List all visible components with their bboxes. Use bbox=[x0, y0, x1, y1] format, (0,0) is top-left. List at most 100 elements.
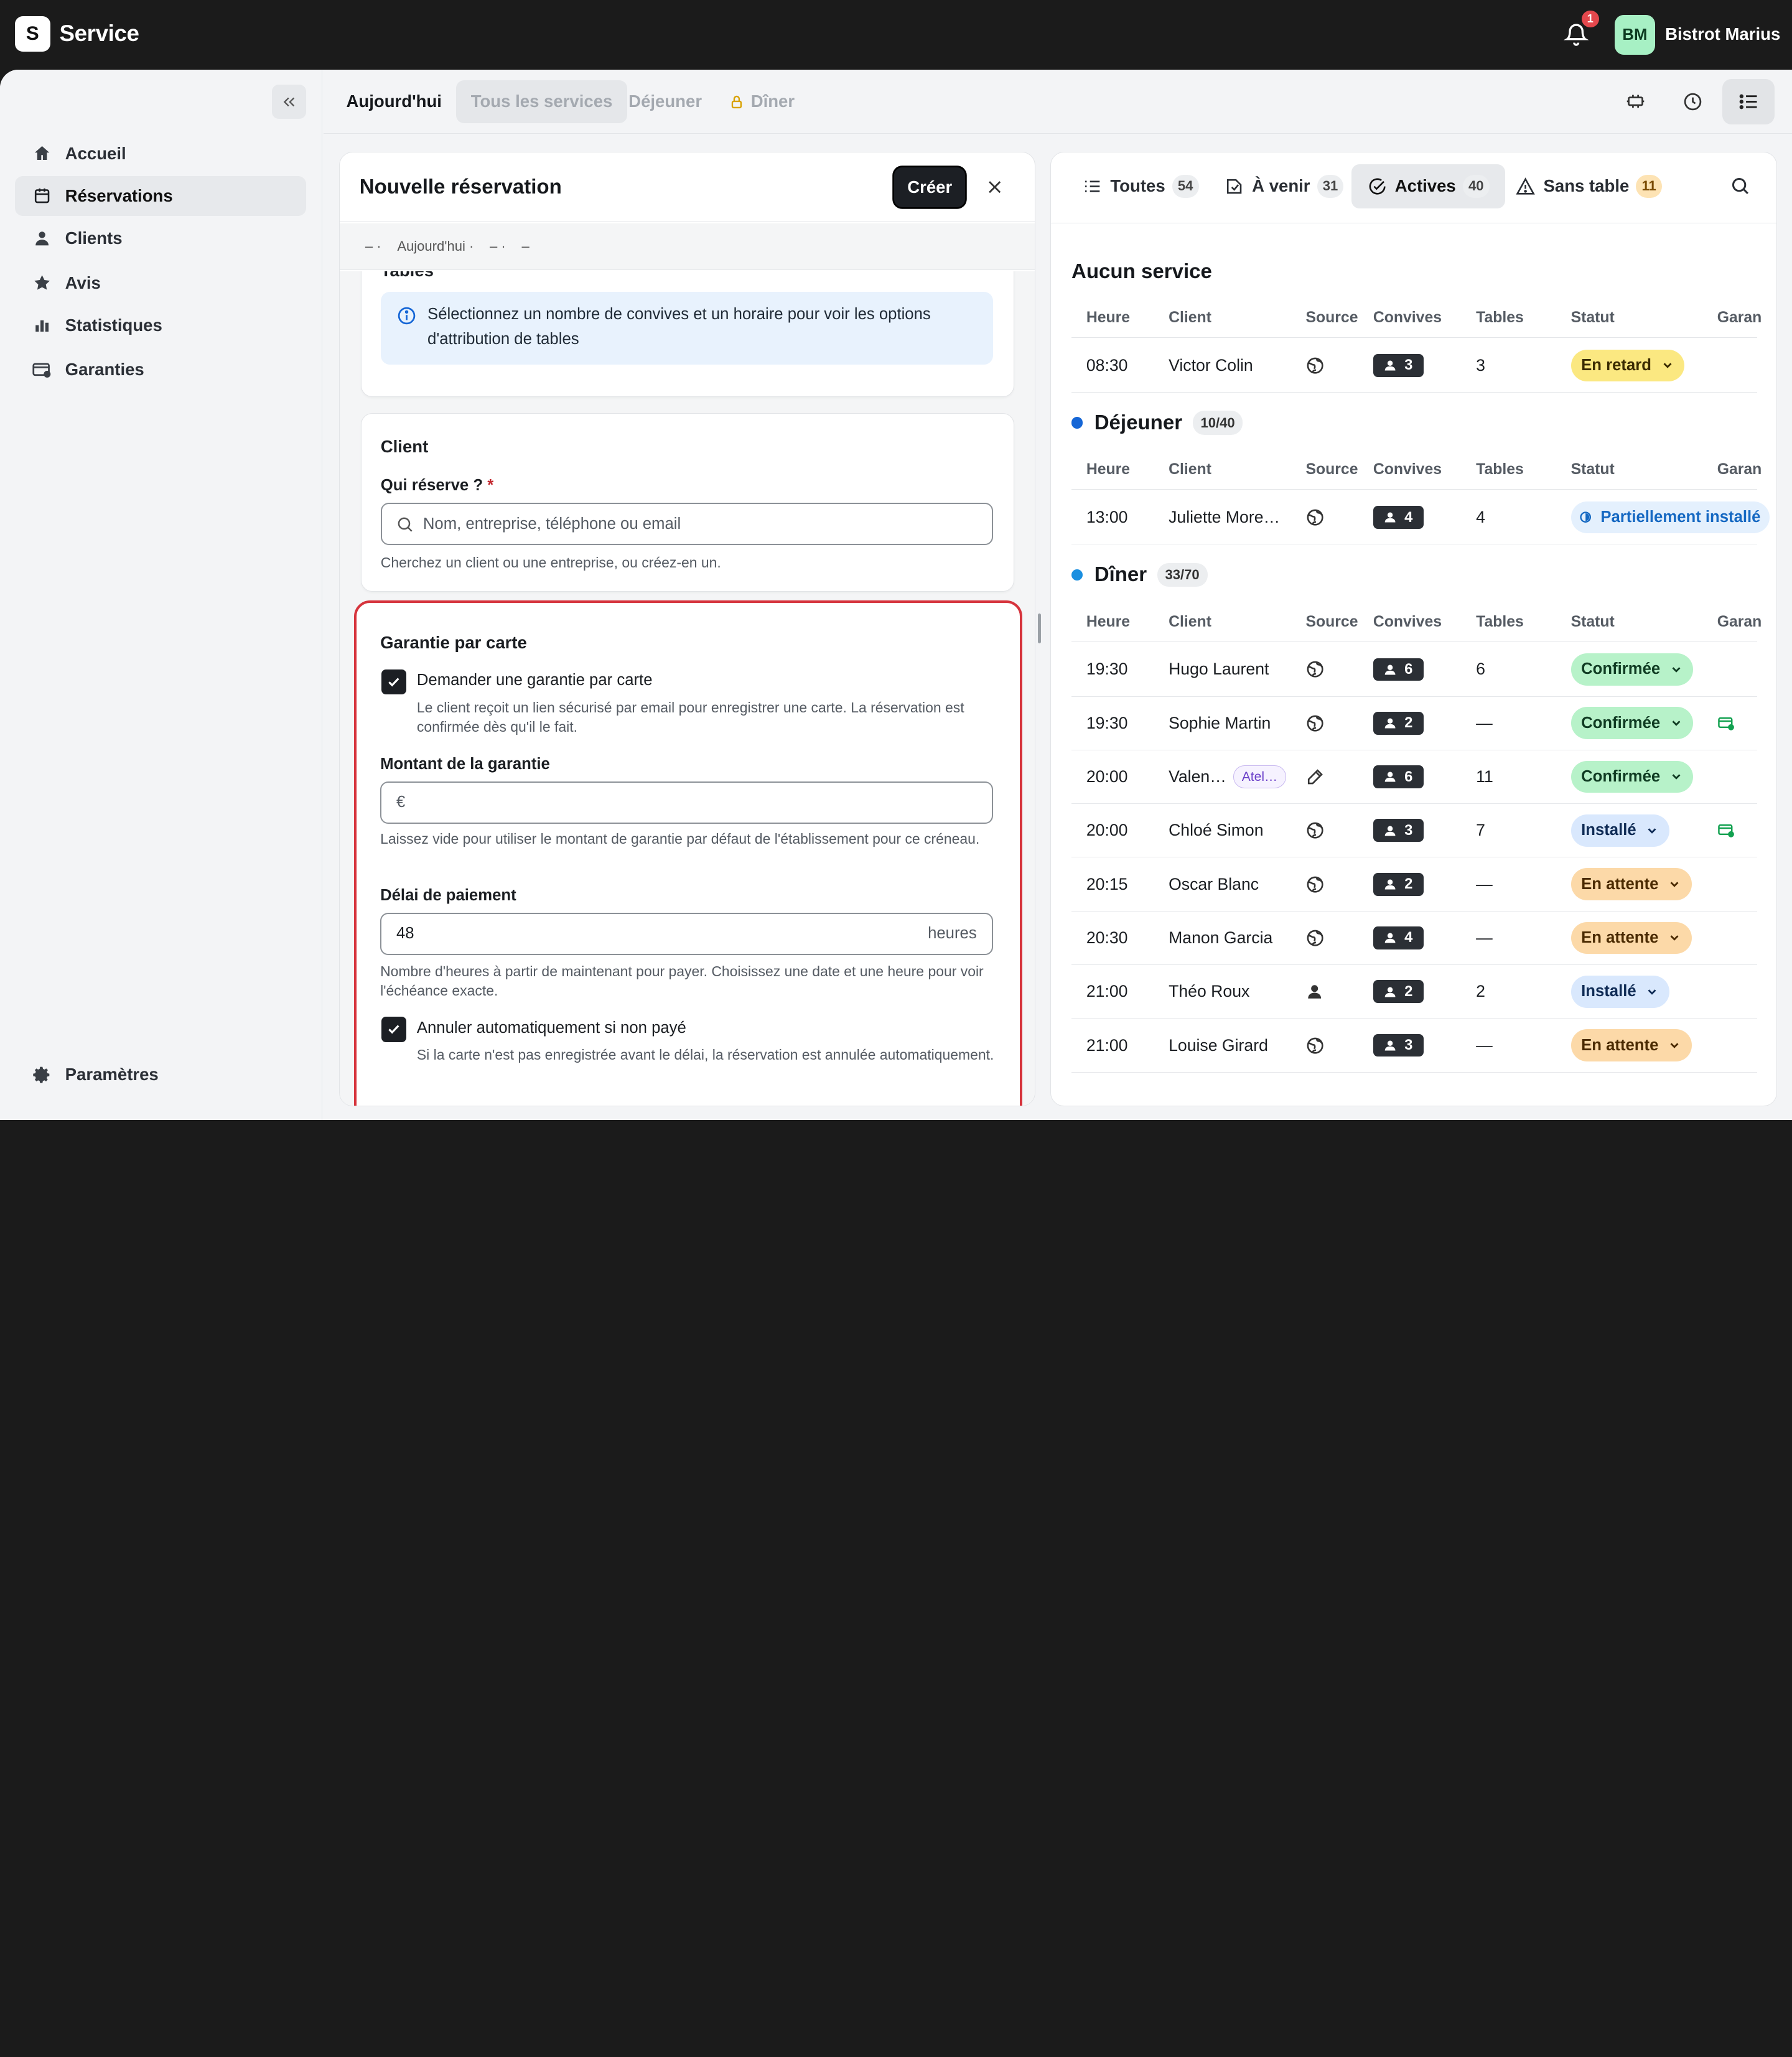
status-badge[interactable]: Installé bbox=[1570, 965, 1669, 1018]
list-view-button[interactable] bbox=[1722, 78, 1775, 125]
floor-plan-button[interactable] bbox=[1609, 79, 1661, 124]
top-bar: S Service 1 BM Bistrot Marius bbox=[0, 0, 1792, 70]
table-row[interactable]: 19:30 Sophie Martin 2 — Confirmée bbox=[1071, 697, 1757, 750]
request-guarantee-desc: Le client reçoit un lien sécurisé par em… bbox=[416, 699, 964, 735]
person-icon bbox=[1384, 878, 1396, 890]
request-guarantee-label[interactable]: Demander une garantie par carte bbox=[417, 671, 653, 689]
close-button[interactable] bbox=[980, 172, 1010, 202]
auto-cancel-label[interactable]: Annuler automatiquement si non payé bbox=[417, 1019, 686, 1037]
table-row[interactable]: 21:00 Louise Girard 3 — En attente bbox=[1071, 1019, 1757, 1073]
panel-resize-handle[interactable] bbox=[1037, 613, 1042, 644]
info-icon bbox=[396, 306, 417, 331]
avatar[interactable]: BM bbox=[1615, 14, 1655, 55]
table-row[interactable]: 20:15 Oscar Blanc 2 — En attente bbox=[1071, 858, 1757, 912]
form-scroll-area[interactable]: Tables Sélectionnez un nombre de convive… bbox=[340, 271, 1035, 1106]
row-client[interactable]: Hugo Laurent bbox=[1169, 643, 1269, 696]
star-icon bbox=[32, 273, 52, 293]
dinner-color-dot bbox=[1071, 569, 1083, 581]
row-client[interactable]: Chloé Simon bbox=[1169, 804, 1263, 857]
globe-icon bbox=[1305, 643, 1325, 696]
tab-sans-table[interactable]: Sans table 11 bbox=[1500, 164, 1678, 209]
search-icon bbox=[396, 515, 414, 533]
collapse-sidebar-button[interactable] bbox=[272, 84, 307, 119]
row-guests: 4 bbox=[1373, 491, 1424, 544]
client-search-input[interactable]: Nom, entreprise, téléphone ou email bbox=[380, 503, 994, 546]
status-badge[interactable]: Partiellement installé bbox=[1570, 491, 1770, 544]
row-client[interactable]: Oscar Blanc bbox=[1169, 858, 1259, 911]
restaurant-name[interactable]: Bistrot Marius bbox=[1665, 24, 1780, 44]
client-card: Client Qui réserve ? * Nom, entreprise, … bbox=[360, 413, 1015, 592]
chevron-down-icon bbox=[1669, 716, 1683, 730]
app-title: Service bbox=[59, 21, 139, 47]
table-row[interactable]: 20:00 Valen… Atel… 6 11 Confirmée bbox=[1071, 750, 1757, 805]
status-badge[interactable]: En attente bbox=[1570, 912, 1692, 964]
sidebar-item-avis[interactable]: Avis bbox=[15, 263, 306, 302]
create-button[interactable]: Créer bbox=[894, 167, 966, 208]
sidebar-item-accueil[interactable]: Accueil bbox=[15, 134, 306, 174]
request-guarantee-checkbox[interactable] bbox=[381, 669, 407, 695]
delay-input[interactable]: 48 heures bbox=[380, 912, 993, 955]
tab-today[interactable]: Aujourd'hui bbox=[332, 80, 457, 124]
section-lunch: Déjeuner 10/40 bbox=[1071, 411, 1243, 435]
row-guests: 4 bbox=[1373, 912, 1424, 964]
row-client[interactable]: Manon Garcia bbox=[1169, 912, 1272, 964]
table-row[interactable]: 20:00 Chloé Simon 3 7 Installé bbox=[1071, 804, 1757, 858]
sidebar-item-parametres[interactable]: Paramètres bbox=[15, 1055, 306, 1094]
row-time: 13:00 bbox=[1086, 508, 1128, 527]
sidebar-item-clients[interactable]: Clients bbox=[15, 218, 306, 258]
table-row[interactable]: 21:00 Théo Roux 2 2 Installé bbox=[1071, 965, 1757, 1019]
row-tables: — bbox=[1476, 928, 1493, 947]
table-row[interactable]: 13:00 Juliette More… 4 4 Partiellement insta… bbox=[1071, 491, 1770, 545]
globe-icon bbox=[1305, 697, 1325, 750]
globe-icon bbox=[1305, 1019, 1325, 1071]
status-badge[interactable]: Installé bbox=[1570, 804, 1669, 857]
client-field-label: Qui réserve ? * bbox=[380, 477, 494, 495]
tab-all-services[interactable]: Tous les services bbox=[455, 80, 628, 124]
row-tables: 6 bbox=[1476, 660, 1485, 679]
status-badge[interactable]: Confirmée bbox=[1570, 697, 1694, 750]
row-client[interactable]: Louise Girard bbox=[1169, 1019, 1268, 1071]
amount-label: Montant de la garantie bbox=[380, 755, 550, 773]
card-guarantee-icon bbox=[1717, 804, 1735, 857]
amount-input[interactable]: € bbox=[380, 781, 993, 824]
sidebar-item-garanties[interactable]: Garanties bbox=[15, 350, 306, 389]
auto-cancel-checkbox[interactable] bbox=[381, 1017, 407, 1042]
table-icon bbox=[1626, 95, 1645, 108]
row-client[interactable]: Victor Colin bbox=[1169, 339, 1253, 392]
tab-lunch[interactable]: Déjeuner bbox=[614, 80, 717, 124]
chevron-down-icon bbox=[1669, 770, 1683, 783]
timeline-button[interactable] bbox=[1666, 79, 1719, 124]
status-badge[interactable]: En retard bbox=[1570, 339, 1685, 392]
status-badge[interactable]: En attente bbox=[1570, 1019, 1692, 1071]
status-badge[interactable]: En attente bbox=[1570, 858, 1692, 911]
person-icon bbox=[1384, 931, 1396, 944]
globe-icon bbox=[1305, 912, 1325, 964]
table-header: Heure Client Source Convives Tables Stat… bbox=[1071, 603, 1762, 642]
row-time: 20:00 bbox=[1086, 767, 1128, 786]
tab-actives[interactable]: Actives 40 bbox=[1351, 164, 1506, 209]
row-client[interactable]: Sophie Martin bbox=[1169, 697, 1271, 750]
table-row[interactable]: 20:30 Manon Garcia 4 — En attente bbox=[1071, 912, 1757, 966]
sidebar-item-statistiques[interactable]: Statistiques bbox=[15, 305, 306, 345]
tab-toutes[interactable]: Toutes 54 bbox=[1067, 164, 1215, 209]
status-badge[interactable]: Confirmée bbox=[1570, 750, 1694, 803]
app-logo[interactable]: S bbox=[14, 16, 50, 52]
sidebar-item-reservations[interactable]: Réservations bbox=[14, 175, 307, 217]
person-icon bbox=[1384, 824, 1396, 837]
tab-a-venir[interactable]: À venir 31 bbox=[1208, 164, 1360, 209]
chevron-down-icon bbox=[1645, 985, 1659, 999]
partial-icon bbox=[1580, 511, 1592, 523]
row-time: 19:30 bbox=[1086, 660, 1128, 679]
search-icon[interactable] bbox=[1730, 175, 1750, 201]
row-client[interactable]: Théo Roux bbox=[1169, 965, 1249, 1018]
chevron-down-icon bbox=[1668, 877, 1681, 891]
row-client[interactable]: Valen… Atel… bbox=[1169, 750, 1287, 803]
lock-icon bbox=[729, 95, 744, 110]
table-row[interactable]: 08:30 Victor Colin 3 3 En retard bbox=[1071, 339, 1757, 393]
row-guests: 2 bbox=[1373, 697, 1424, 750]
tab-dinner[interactable]: Dîner bbox=[714, 80, 810, 124]
table-row[interactable]: 19:30 Hugo Laurent 6 6 Confirmée bbox=[1071, 643, 1757, 697]
status-badge[interactable]: Confirmée bbox=[1570, 643, 1694, 696]
section-dinner: Dîner 33/70 bbox=[1071, 562, 1208, 587]
row-client[interactable]: Juliette More… bbox=[1169, 491, 1280, 544]
